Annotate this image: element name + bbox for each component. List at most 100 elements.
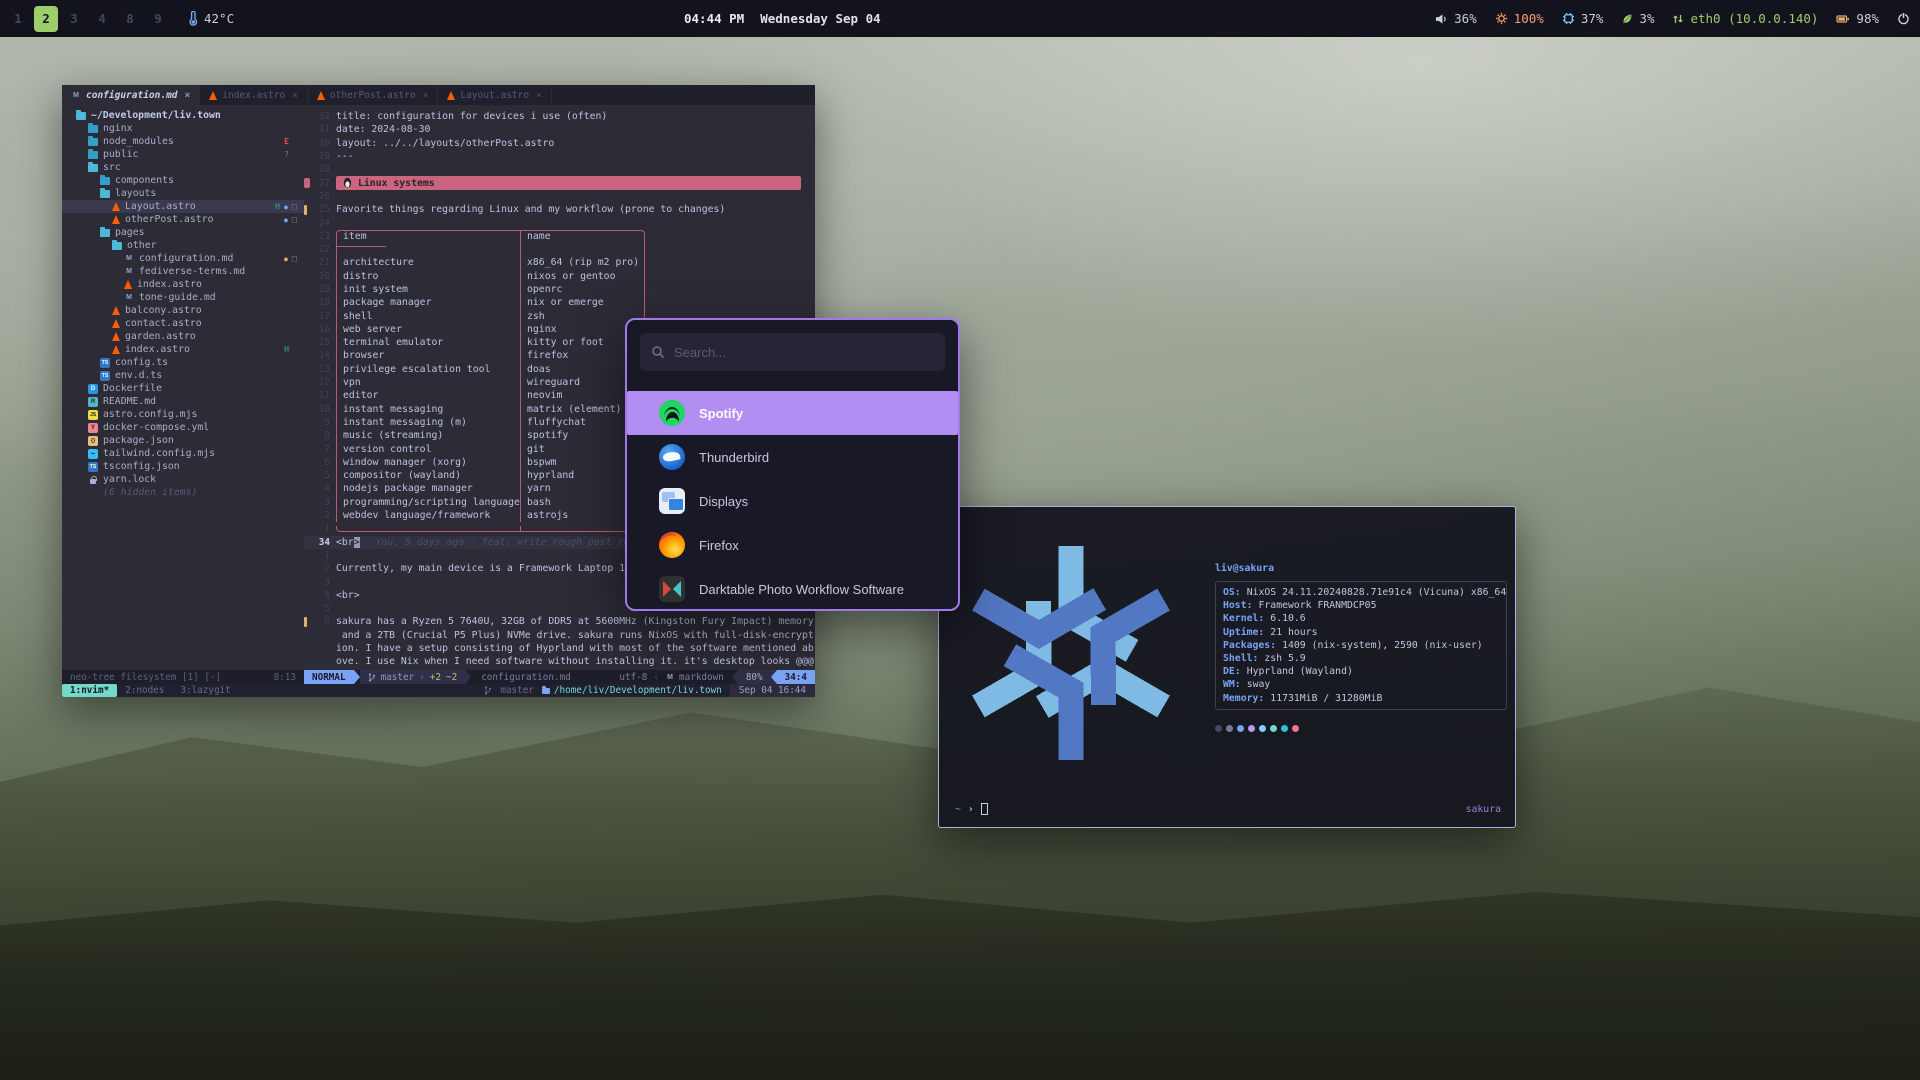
table-row: 18 package manager nix or emerge: [304, 296, 815, 309]
search-input[interactable]: [674, 345, 934, 360]
tree-item[interactable]: tone-guide.md: [62, 291, 304, 304]
volume-module[interactable]: 36%: [1435, 11, 1477, 26]
clock[interactable]: 04:44 PM Wednesday Sep 04: [684, 0, 881, 37]
editor-line: ove. I use Nix when I need software with…: [304, 655, 815, 668]
workspace-switcher: 123489: [6, 6, 170, 32]
power-button[interactable]: [1897, 12, 1910, 25]
folder-icon: [542, 688, 550, 694]
tree-item[interactable]: ~/Development/liv.town: [62, 109, 304, 122]
table-cell-name: openrc: [520, 283, 645, 296]
tmux-window[interactable]: 2:nodes: [117, 684, 172, 697]
close-icon[interactable]: ×: [292, 90, 298, 101]
file-icon: [124, 293, 134, 303]
tree-item[interactable]: layouts: [62, 187, 304, 200]
close-icon[interactable]: ×: [536, 90, 542, 101]
tmux-window[interactable]: 3:lazygit: [172, 684, 238, 697]
tree-item[interactable]: config.ts: [62, 356, 304, 369]
tree-item[interactable]: README.md: [62, 395, 304, 408]
close-icon[interactable]: ×: [423, 90, 429, 101]
file-encoding: utf-8: [619, 672, 647, 683]
launcher-item[interactable]: Displays: [627, 479, 958, 523]
tree-item-label: astro.config.mjs: [103, 409, 197, 420]
buffer-tab[interactable]: Layout.astro ×: [438, 85, 551, 105]
tree-item[interactable]: configuration.md ● □: [62, 252, 304, 265]
tree-item[interactable]: balcony.astro: [62, 304, 304, 317]
network-arrows-icon: [1672, 13, 1684, 25]
tree-item[interactable]: astro.config.mjs: [62, 408, 304, 421]
info-value: 6.10.6: [1270, 613, 1305, 624]
tree-item[interactable]: package.json: [62, 434, 304, 447]
palette-dot: [1248, 725, 1255, 732]
palette-dot: [1259, 725, 1266, 732]
file-tree: ~/Development/liv.town nginx: [62, 105, 304, 670]
tree-item[interactable]: components: [62, 174, 304, 187]
close-icon[interactable]: ×: [185, 90, 191, 101]
neotree-status-text: neo-tree filesystem [1] [-]: [70, 672, 221, 683]
tree-item[interactable]: garden.astro: [62, 330, 304, 343]
tree-item[interactable]: otherPost.astro ● □: [62, 213, 304, 226]
tree-item[interactable]: (6 hidden items): [62, 486, 304, 499]
launcher-item[interactable]: Thunderbird: [627, 435, 958, 479]
tree-item[interactable]: fediverse-terms.md: [62, 265, 304, 278]
terminal-window[interactable]: liv@sakura OS:NixOS 24.11.20240828.71e91…: [938, 506, 1516, 828]
table-cell-item: compositor (wayland): [336, 469, 520, 482]
file-icon: [76, 112, 86, 120]
tree-item[interactable]: public ?: [62, 148, 304, 161]
tree-item[interactable]: docker-compose.yml: [62, 421, 304, 434]
buffer-tab[interactable]: index.astro ×: [200, 85, 308, 105]
tree-item[interactable]: nginx: [62, 122, 304, 135]
launcher-item[interactable]: Spotify: [627, 391, 958, 435]
tmux-window[interactable]: 1:nvim*: [62, 684, 117, 697]
workspace-button[interactable]: 2: [34, 6, 58, 32]
tree-item[interactable]: node_modules E: [62, 135, 304, 148]
info-label: OS:: [1223, 587, 1241, 598]
tree-item-label: tailwind.config.mjs: [103, 448, 215, 459]
table-cell-item: editor: [336, 389, 520, 402]
table-cell-name: x86_64 (rip m2 pro): [520, 256, 645, 269]
workspace-button[interactable]: 1: [6, 6, 30, 32]
battery-value: 98%: [1856, 11, 1879, 26]
battery-module[interactable]: 98%: [1836, 11, 1879, 26]
info-line: Packages:1409 (nix-system), 2590 (nix-us…: [1223, 639, 1499, 652]
temperature-module[interactable]: 42°C: [188, 11, 234, 26]
tree-item[interactable]: tailwind.config.mjs: [62, 447, 304, 460]
buffer-tab[interactable]: otherPost.astro ×: [308, 85, 439, 105]
tree-item[interactable]: index.astro H: [62, 343, 304, 356]
shell-prompt[interactable]: ~ ›: [955, 803, 988, 815]
search-box[interactable]: [640, 333, 945, 371]
tree-item[interactable]: Dockerfile: [62, 382, 304, 395]
git-blame: You, 5 days ago - feat: write rough post…: [376, 537, 630, 548]
tree-item[interactable]: index.astro: [62, 278, 304, 291]
scroll-progress: 80%: [738, 670, 771, 684]
launcher-item[interactable]: Firefox: [627, 523, 958, 567]
workspace-button[interactable]: 8: [118, 6, 142, 32]
tree-item[interactable]: other: [62, 239, 304, 252]
tree-item[interactable]: src: [62, 161, 304, 174]
tree-item[interactable]: Layout.astro H ● □: [62, 200, 304, 213]
launcher-item[interactable]: Darktable Photo Workflow Software: [627, 567, 958, 611]
cpu-module[interactable]: 3%: [1621, 11, 1654, 26]
workspace-button[interactable]: 4: [90, 6, 114, 32]
tree-item[interactable]: tsconfig.json: [62, 460, 304, 473]
memory-module[interactable]: 37%: [1562, 11, 1604, 26]
file-icon: [88, 125, 98, 133]
info-line: OS:NixOS 24.11.20240828.71e91c4 (Vicuna)…: [1223, 586, 1499, 599]
tree-item-label: configuration.md: [139, 253, 233, 264]
tree-item[interactable]: contact.astro: [62, 317, 304, 330]
network-module[interactable]: eth0 (10.0.0.140): [1672, 11, 1818, 26]
workspace-button[interactable]: 3: [62, 6, 86, 32]
app-icon: [659, 444, 685, 470]
gear-module[interactable]: 100%: [1495, 11, 1544, 26]
tree-item[interactable]: pages: [62, 226, 304, 239]
app-label: Thunderbird: [699, 450, 769, 465]
info-value: Framework FRANMDCP05: [1259, 600, 1377, 611]
buffer-tab[interactable]: configuration.md ×: [62, 85, 200, 105]
tree-item-label: balcony.astro: [125, 305, 202, 316]
modified-dot: ●: [284, 255, 288, 263]
tree-item[interactable]: yarn.lock: [62, 473, 304, 486]
workspace-button[interactable]: 9: [146, 6, 170, 32]
editor-line: 26: [304, 190, 815, 203]
file-icon: [100, 371, 110, 381]
editor-line: 25Favorite things regarding Linux and my…: [304, 203, 815, 216]
tree-item[interactable]: env.d.ts: [62, 369, 304, 382]
